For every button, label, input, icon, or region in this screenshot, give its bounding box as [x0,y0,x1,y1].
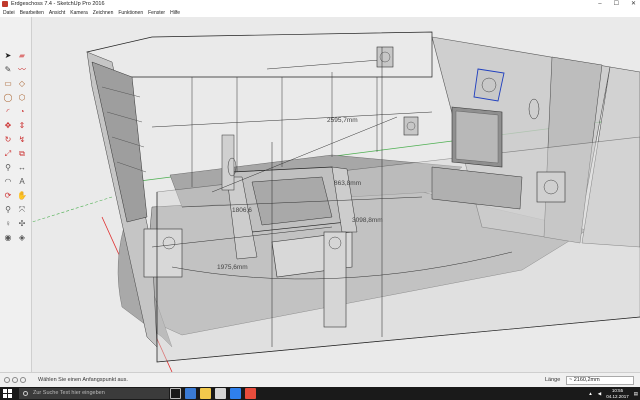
pencil-tool-icon[interactable]: ✎ [3,65,13,75]
speaker [376,46,394,68]
front-speaker-right [323,231,347,328]
position-camera-tool-icon[interactable]: ♀ [3,219,13,229]
section-plane-tool-icon[interactable]: ◈ [17,233,27,243]
green-axis-negative [32,196,113,223]
zoom-tool-icon[interactable]: ⚲ [3,205,13,215]
geo-location-icon[interactable] [4,377,10,383]
mail-icon[interactable] [230,388,241,399]
menu-bearbeiten[interactable]: Bearbeiten [20,9,44,17]
move-tool-icon[interactable]: ✥ [3,121,13,131]
menu-kamera[interactable]: Kamera [70,9,88,17]
followme-tool-icon[interactable]: ↯ [17,135,27,145]
look-around-tool-icon[interactable]: ◉ [3,233,13,243]
rotated-rectangle-tool-icon[interactable]: ◇ [17,79,27,89]
maximize-button[interactable]: ☐ [614,0,619,9]
status-message: Wählen Sie einen Anfangspunkt aus. [38,377,128,383]
pushpull-tool-icon[interactable]: ⇕ [17,121,27,131]
window-controls: – ☐ ✕ [598,0,636,9]
measurement-label: Länge [545,377,561,383]
speaker [403,116,419,136]
floor-speaker [221,134,235,191]
notifications-icon[interactable]: ▤ [634,391,638,397]
orbit-tool-icon[interactable]: ⟳ [3,191,13,201]
large-tool-set: ➤ ▰ ✎ 〰 ▭ ◇ ◯ ⬡ ◜ ◔ ✥ ⇕ ↻ ↯ ⤢ ⧉ ⚲ ↔ ◠ A … [0,17,32,372]
circle-tool-icon[interactable]: ◯ [3,93,13,103]
dimension-label[interactable]: 3098,8mm [352,217,383,224]
taskbar-apps [170,388,256,399]
dimension-label[interactable]: 863,8mm [334,180,361,187]
edge-icon[interactable] [185,388,196,399]
minimize-button[interactable]: – [598,0,601,9]
protractor-tool-icon[interactable]: ◠ [3,177,13,187]
rotate-tool-icon[interactable]: ↻ [3,135,13,145]
system-tray: ▲ ◀ 10:55 04.12.2017 ▤ [588,387,638,400]
dimension-label[interactable]: 2595,7mm [327,117,358,124]
zoom-extents-tool-icon[interactable]: ⤧ [17,205,27,215]
status-icons [4,377,26,383]
model-viewport[interactable]: 2595,7mm 863,8mm 1806,6 3098,8mm 1975,6m… [32,17,640,372]
menu-hilfe[interactable]: Hilfe [170,9,180,17]
credits-icon[interactable] [12,377,18,383]
select-tool-icon[interactable]: ➤ [3,51,13,61]
freehand-tool-icon[interactable]: 〰 [17,65,27,75]
title-bar: Erdgeschoss 7.4 - SketchUp Pro 2016 – ☐ … [0,0,640,9]
volume-icon[interactable]: ◀ [598,391,601,397]
windows-taskbar: Zur Suche Text hier eingeben ▲ ◀ 10:55 0… [0,387,640,400]
ceiling-line [266,58,393,70]
taskbar-search-box[interactable]: Zur Suche Text hier eingeben [19,388,169,399]
menu-datei[interactable]: Datei [3,9,15,17]
menu-fenster[interactable]: Fenster [148,9,165,17]
search-icon [23,391,28,396]
windows-start-icon[interactable] [3,389,12,398]
text-tool-icon[interactable]: A [17,177,27,187]
model-drawing [32,31,640,372]
polygon-tool-icon[interactable]: ⬡ [17,93,27,103]
search-placeholder: Zur Suche Text hier eingeben [33,390,105,396]
tape-measure-tool-icon[interactable]: ⚲ [3,163,13,173]
side-speaker [536,171,566,203]
tv-inner [455,110,499,164]
offset-tool-icon[interactable]: ⧉ [17,149,27,159]
sketchup-window: Erdgeschoss 7.4 - SketchUp Pro 2016 – ☐ … [0,0,640,400]
dimension-label[interactable]: 1975,6mm [217,264,248,271]
clock-date: 04.12.2017 [606,393,629,399]
task-view-icon[interactable] [170,388,181,399]
status-bar: Wählen Sie einen Anfangspunkt aus. Länge… [0,372,640,387]
menu-ansicht[interactable]: Ansicht [49,9,65,17]
pie-tool-icon[interactable]: ◔ [17,107,27,117]
file-explorer-icon[interactable] [200,388,211,399]
sketchup-taskbar-icon[interactable] [245,388,256,399]
sketchup-app-icon [2,1,8,7]
eraser-tool-icon[interactable]: ▰ [17,51,27,61]
user-icon[interactable] [20,377,26,383]
front-speaker-left [143,228,183,278]
clock[interactable]: 10:55 04.12.2017 [606,388,629,399]
pan-tool-icon[interactable]: ✋ [17,191,27,201]
window-title: Erdgeschoss 7.4 - SketchUp Pro 2016 [11,1,105,7]
rectangle-tool-icon[interactable]: ▭ [3,79,13,89]
arc-tool-icon[interactable]: ◜ [3,107,13,117]
store-icon[interactable] [215,388,226,399]
wall-grid-line [151,111,433,128]
network-icon[interactable]: ▲ [588,391,592,396]
menu-bar: Datei Bearbeiten Ansicht Kamera Zeichnen… [0,9,640,17]
menu-funktionen[interactable]: Funktionen [118,9,143,17]
dimension-label[interactable]: 1806,6 [232,207,252,214]
dimension-tool-icon[interactable]: ↔ [17,163,27,173]
measurement-box[interactable]: ~ 2160,2mm [566,376,634,385]
walk-tool-icon[interactable]: ✣ [17,219,27,229]
close-button[interactable]: ✕ [631,0,636,9]
scale-tool-icon[interactable]: ⤢ [3,149,13,159]
menu-zeichnen[interactable]: Zeichnen [93,9,114,17]
